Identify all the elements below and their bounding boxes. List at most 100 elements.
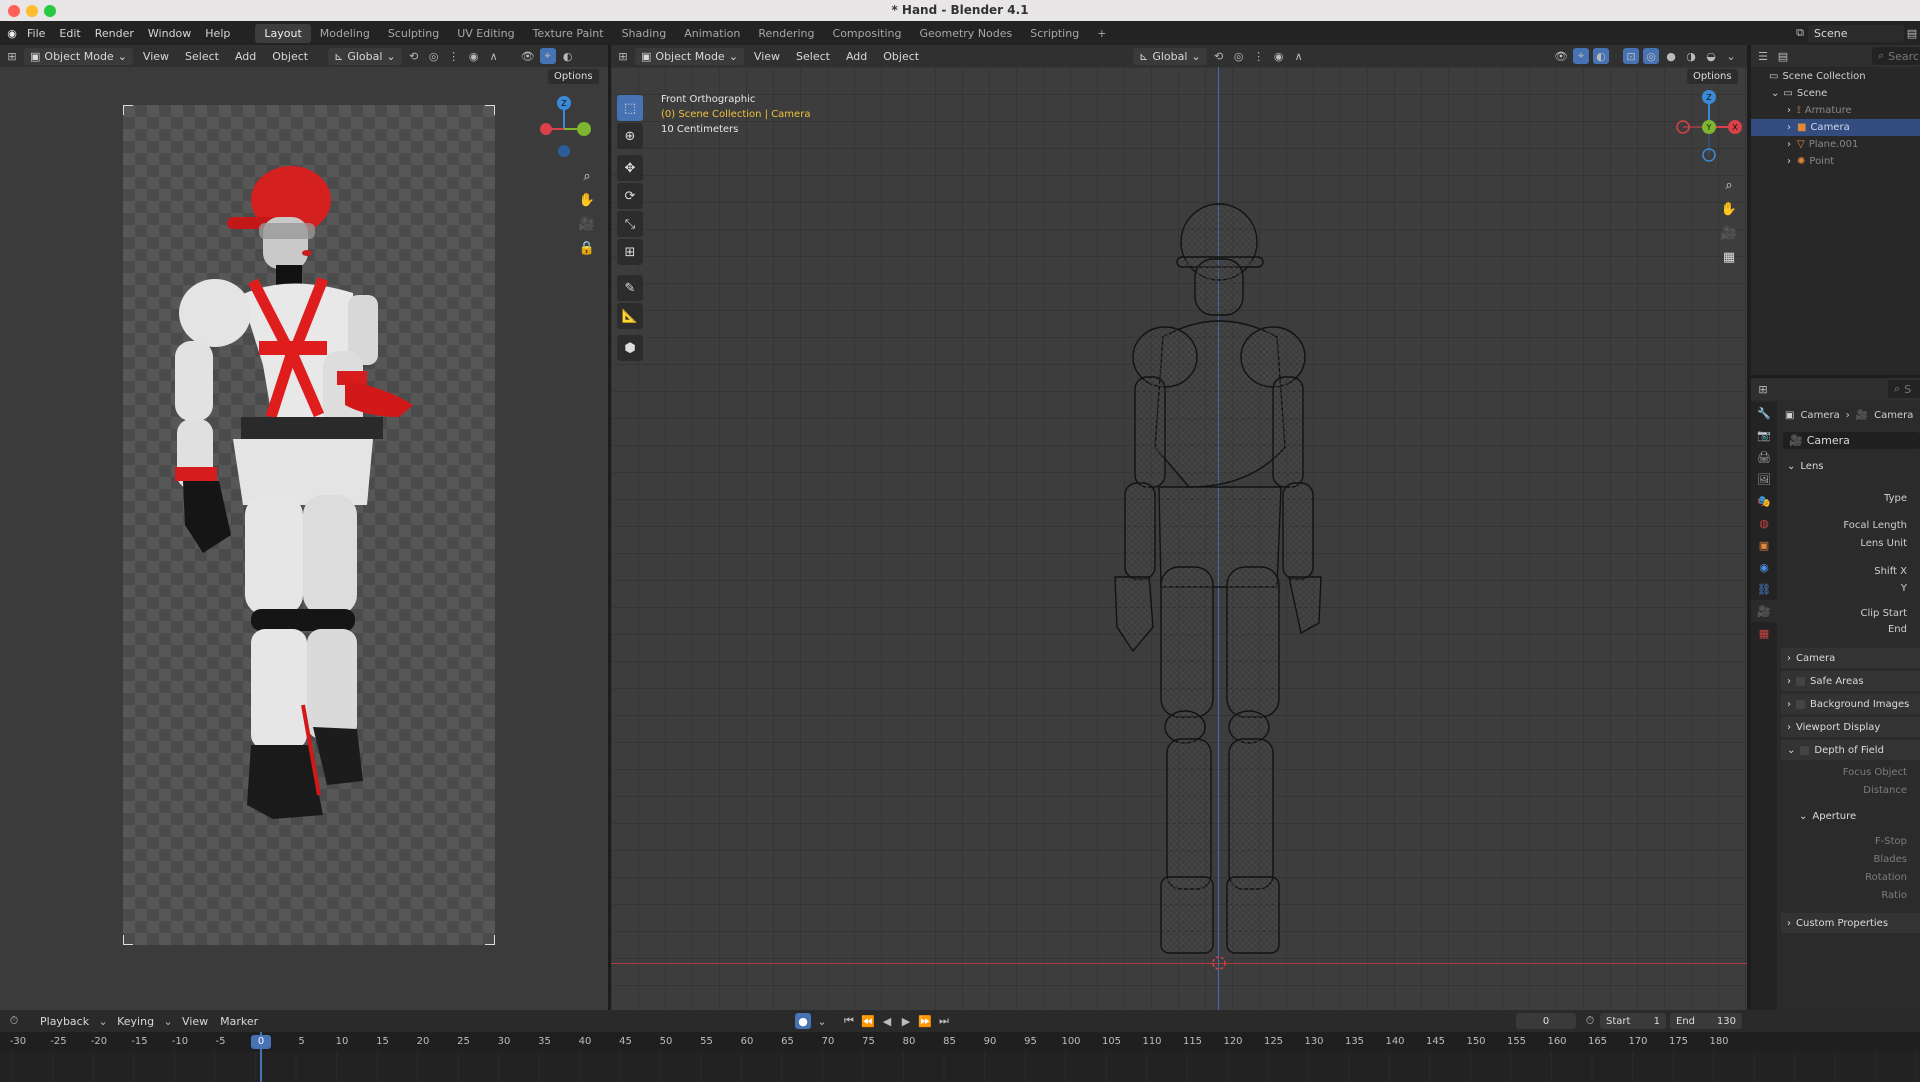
snap-icon[interactable]: ◎ xyxy=(426,48,442,64)
texture-tab-icon[interactable]: ▦ xyxy=(1751,622,1777,644)
viewport-display-panel-header[interactable]: › Viewport Display xyxy=(1781,717,1920,737)
timeline-menu-keying[interactable]: Keying xyxy=(111,1015,160,1028)
current-frame-field[interactable]: 0 xyxy=(1516,1013,1576,1029)
proportional-edit-icon[interactable]: ◉ xyxy=(466,48,482,64)
record-keyframe-button[interactable]: ● xyxy=(795,1013,811,1029)
falloff-icon[interactable]: ∧ xyxy=(1291,48,1307,64)
pivot-icon[interactable]: ⟲ xyxy=(406,48,422,64)
gizmo-toggle-icon[interactable]: ⌖ xyxy=(1573,48,1589,64)
outliner-item-armature[interactable]: › ⟟ Armature xyxy=(1751,102,1920,119)
timeline-body[interactable] xyxy=(0,1052,1920,1082)
cursor-tool[interactable]: ⊕ xyxy=(617,123,643,149)
playhead-frame-badge[interactable]: 0 xyxy=(251,1035,271,1049)
left-menu-view[interactable]: View xyxy=(137,50,175,63)
auto-key-dropdown-icon[interactable]: ⌄ xyxy=(814,1013,830,1029)
tab-compositing[interactable]: Compositing xyxy=(824,24,911,43)
custom-properties-panel-header[interactable]: › Custom Properties xyxy=(1781,913,1920,933)
tab-animation[interactable]: Animation xyxy=(675,24,749,43)
rotate-tool[interactable]: ⟳ xyxy=(617,183,643,209)
editor-type-icon[interactable]: ☰ xyxy=(1755,48,1771,64)
lock-camera-icon[interactable]: 🔒 xyxy=(576,237,598,259)
tab-sculpting[interactable]: Sculpting xyxy=(379,24,448,43)
timeline-menu-playback[interactable]: Playback xyxy=(34,1015,95,1028)
jump-end-icon[interactable]: ⏭ xyxy=(936,1013,952,1029)
tab-geometry-nodes[interactable]: Geometry Nodes xyxy=(910,24,1021,43)
move-tool[interactable]: ✥ xyxy=(617,155,643,181)
menu-file[interactable]: File xyxy=(20,27,52,40)
display-mode-icon[interactable]: ▤ xyxy=(1775,48,1791,64)
depth-of-field-panel-header[interactable]: ⌄ Depth of Field xyxy=(1781,740,1920,760)
tab-texture-paint[interactable]: Texture Paint xyxy=(524,24,613,43)
blender-logo-icon[interactable]: ◉ xyxy=(4,25,20,41)
rendered-shading-icon[interactable]: ◒ xyxy=(1703,48,1719,64)
tab-modeling[interactable]: Modeling xyxy=(311,24,379,43)
scene-tab-icon[interactable]: 🎭 xyxy=(1751,490,1777,512)
prev-keyframe-icon[interactable]: ⏪ xyxy=(860,1013,876,1029)
right-navigation-gizmo[interactable]: Z X Y xyxy=(1671,87,1747,167)
editor-type-icon[interactable]: ⏱ xyxy=(6,1013,22,1029)
left-options-button[interactable]: Options xyxy=(548,69,599,84)
right-menu-view[interactable]: View xyxy=(748,50,786,63)
right-orientation-dropdown[interactable]: ⊾ Global ⌄ xyxy=(1133,47,1207,65)
aperture-panel-header[interactable]: ⌄ Aperture xyxy=(1793,806,1920,826)
solid-shading-icon[interactable]: ● xyxy=(1663,48,1679,64)
pan-hand-icon[interactable]: ✋ xyxy=(576,189,598,211)
scene-browse-icon[interactable]: ▤ xyxy=(1904,25,1920,41)
tab-shading[interactable]: Shading xyxy=(613,24,676,43)
right-menu-add[interactable]: Add xyxy=(840,50,873,63)
right-viewport-front-ortho[interactable]: Options Front Orthographic (0) Scene Col… xyxy=(611,67,1747,1010)
falloff-icon[interactable]: ∧ xyxy=(486,48,502,64)
background-images-panel-header[interactable]: › Background Images xyxy=(1781,694,1920,714)
menu-edit[interactable]: Edit xyxy=(52,27,87,40)
pan-hand-icon[interactable]: ✋ xyxy=(1718,198,1740,220)
add-workspace-button[interactable]: + xyxy=(1088,24,1115,43)
xray-toggle-icon[interactable]: ⊡ xyxy=(1623,48,1639,64)
material-shading-icon[interactable]: ◑ xyxy=(1683,48,1699,64)
menu-render[interactable]: Render xyxy=(88,27,141,40)
timeline-ruler[interactable]: -30 -25 -20 -15 -10 -5 5 10 15 20 25 30 35 40 45 50 55 60… xyxy=(0,1032,1920,1052)
left-menu-object[interactable]: Object xyxy=(266,50,314,63)
right-mode-dropdown[interactable]: ▣ Object Mode ⌄ xyxy=(635,47,744,65)
editor-type-icon[interactable]: ⊞ xyxy=(1755,381,1771,397)
editor-type-icon[interactable]: ⊞ xyxy=(4,48,20,64)
overlay-toggle-icon[interactable]: ◐ xyxy=(560,48,576,64)
right-options-button[interactable]: Options xyxy=(1687,69,1738,84)
left-menu-add[interactable]: Add xyxy=(229,50,262,63)
pivot-icon[interactable]: ⟲ xyxy=(1211,48,1227,64)
editor-type-icon[interactable]: ⊞ xyxy=(615,48,631,64)
left-viewport-camera-view[interactable]: Options Z ⌕ ✋ 🎥 🔒 xyxy=(0,67,608,1010)
outliner-search-input[interactable]: ⌕Search xyxy=(1872,47,1920,65)
camera-datablock-selector[interactable]: 🎥 Camera xyxy=(1783,432,1920,449)
right-menu-select[interactable]: Select xyxy=(790,50,836,63)
gizmo-toggle-icon[interactable]: ⌖ xyxy=(539,48,556,64)
scene-icon[interactable]: ⧉ xyxy=(1792,25,1808,41)
timeline-menu-view[interactable]: View xyxy=(176,1015,214,1028)
measure-tool[interactable]: 📐 xyxy=(617,303,643,329)
zoom-icon[interactable]: ⌕ xyxy=(576,165,598,187)
safe-areas-checkbox[interactable] xyxy=(1796,676,1805,686)
outliner-item-plane[interactable]: › ▽ Plane.001 xyxy=(1751,136,1920,153)
left-mode-dropdown[interactable]: ▣ Object Mode ⌄ xyxy=(24,47,133,65)
tab-uv-editing[interactable]: UV Editing xyxy=(448,24,523,43)
tool-tab-icon[interactable]: 🔧 xyxy=(1751,402,1777,424)
menu-help[interactable]: Help xyxy=(198,27,237,40)
left-menu-select[interactable]: Select xyxy=(179,50,225,63)
left-navigation-gizmo[interactable]: Z xyxy=(532,93,596,157)
constraints-tab-icon[interactable]: ⛓ xyxy=(1751,578,1777,600)
jump-start-icon[interactable]: ⏮ xyxy=(841,1013,857,1029)
outliner-scene-row[interactable]: ⌄ ▭ Scene xyxy=(1751,85,1920,102)
proportional-edit-icon[interactable]: ◉ xyxy=(1271,48,1287,64)
start-frame-field[interactable]: Start 1 xyxy=(1600,1013,1666,1029)
outliner-root-row[interactable]: ▭ Scene Collection xyxy=(1751,68,1920,85)
outliner-item-point[interactable]: › ✺ Point xyxy=(1751,153,1920,170)
depth-of-field-checkbox[interactable] xyxy=(1800,745,1810,755)
scene-selector[interactable]: Scene xyxy=(1808,24,1904,42)
world-tab-icon[interactable]: ◍ xyxy=(1751,512,1777,534)
select-box-tool[interactable]: ⬚ xyxy=(617,95,643,121)
tab-rendering[interactable]: Rendering xyxy=(749,24,823,43)
shading-options-icon[interactable]: ⌄ xyxy=(1723,48,1739,64)
lens-panel-header[interactable]: ⌄ Lens xyxy=(1781,456,1920,476)
camera-panel-header[interactable]: › Camera xyxy=(1781,648,1920,668)
transform-tool[interactable]: ⊞ xyxy=(617,239,643,265)
safe-areas-panel-header[interactable]: › Safe Areas xyxy=(1781,671,1920,691)
